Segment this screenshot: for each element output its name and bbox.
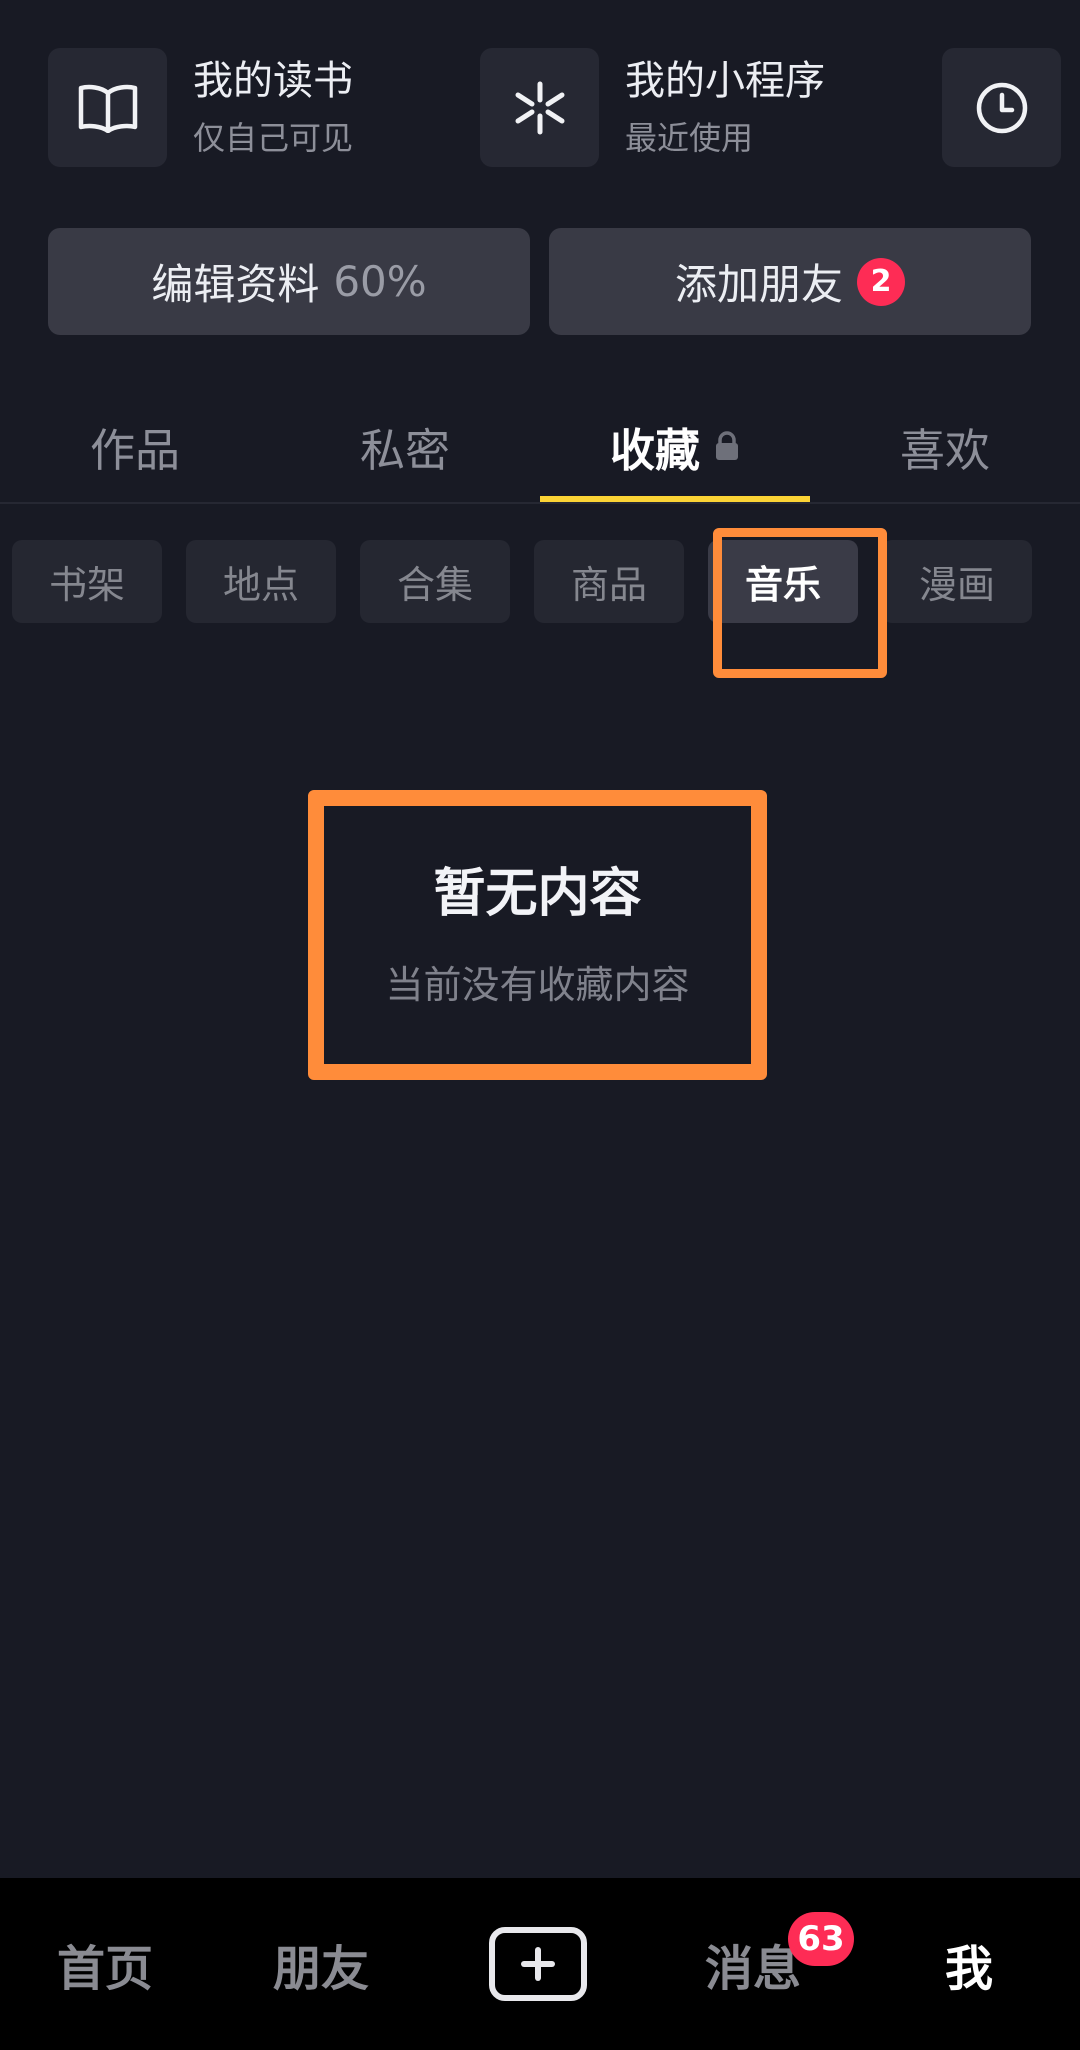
history-button[interactable] (942, 48, 1061, 167)
plus-icon (489, 1927, 587, 2001)
chip-collections[interactable]: 合集 (360, 540, 510, 623)
add-friends-label: 添加朋友 (674, 260, 843, 309)
my-reading-shortcut[interactable]: 我的读书 仅自己可见 (48, 48, 353, 167)
clock-icon (976, 82, 1027, 133)
my-reading-title: 我的读书 (193, 57, 353, 104)
add-friends-badge: 2 (857, 257, 905, 306)
empty-state-title: 暂无内容 (433, 864, 642, 924)
tabs-divider (0, 502, 1080, 504)
bottom-nav: 首页 朋友 消息 我 (0, 1878, 1080, 2050)
my-miniapps-title: 我的小程序 (625, 57, 825, 104)
add-friends-button[interactable]: 添加朋友 2 (549, 228, 1031, 335)
nav-friends[interactable]: 朋友 (256, 1878, 386, 2050)
my-miniapps-shortcut[interactable]: 我的小程序 最近使用 (480, 48, 825, 167)
messages-badge: 63 (788, 1912, 854, 1966)
edit-profile-button[interactable]: 编辑资料 60% (48, 228, 530, 335)
miniapp-icon-box (480, 48, 599, 167)
empty-state: 暂无内容 当前没有收藏内容 (308, 790, 767, 1080)
tab-likes[interactable]: 喜欢 (810, 390, 1080, 502)
nav-messages[interactable]: 消息 (688, 1878, 818, 2050)
chip-bookshelf[interactable]: 书架 (12, 540, 162, 623)
book-icon-box (48, 48, 167, 167)
tab-works-label: 作品 (89, 423, 180, 477)
miniapp-icon (515, 81, 564, 134)
chip-places[interactable]: 地点 (186, 540, 336, 623)
active-tab-indicator (540, 496, 810, 502)
profile-screen: 我的读书 仅自己可见 我的小程序 最近使用 编辑资料 60% 添加朋友 2 作品… (0, 0, 1080, 2050)
my-reading-subtitle: 仅自己可见 (193, 118, 354, 157)
tab-likes-label: 喜欢 (899, 423, 990, 477)
tab-works[interactable]: 作品 (0, 390, 270, 502)
nav-home[interactable]: 首页 (40, 1878, 170, 2050)
my-miniapps-subtitle: 最近使用 (625, 118, 754, 157)
edit-profile-label: 编辑资料 (151, 260, 320, 309)
nav-me[interactable]: 我 (904, 1878, 1034, 2050)
empty-state-subtitle: 当前没有收藏内容 (385, 963, 690, 1007)
chip-products[interactable]: 商品 (534, 540, 684, 623)
book-icon (78, 84, 137, 133)
nav-create[interactable] (486, 1878, 590, 2050)
lock-icon (714, 431, 740, 461)
tab-private[interactable]: 私密 (270, 390, 540, 502)
profile-completion-percent: 60% (333, 257, 427, 306)
profile-tabs: 作品 私密 收藏 喜欢 (0, 390, 1080, 502)
tab-favorites[interactable]: 收藏 (540, 390, 810, 502)
tab-favorites-label: 收藏 (609, 423, 700, 477)
favorites-category-chips: 书架 地点 合集 商品 音乐 漫画 (12, 540, 1056, 623)
chip-comics[interactable]: 漫画 (882, 540, 1032, 623)
chip-music[interactable]: 音乐 (708, 540, 858, 623)
tab-private-label: 私密 (359, 423, 450, 477)
